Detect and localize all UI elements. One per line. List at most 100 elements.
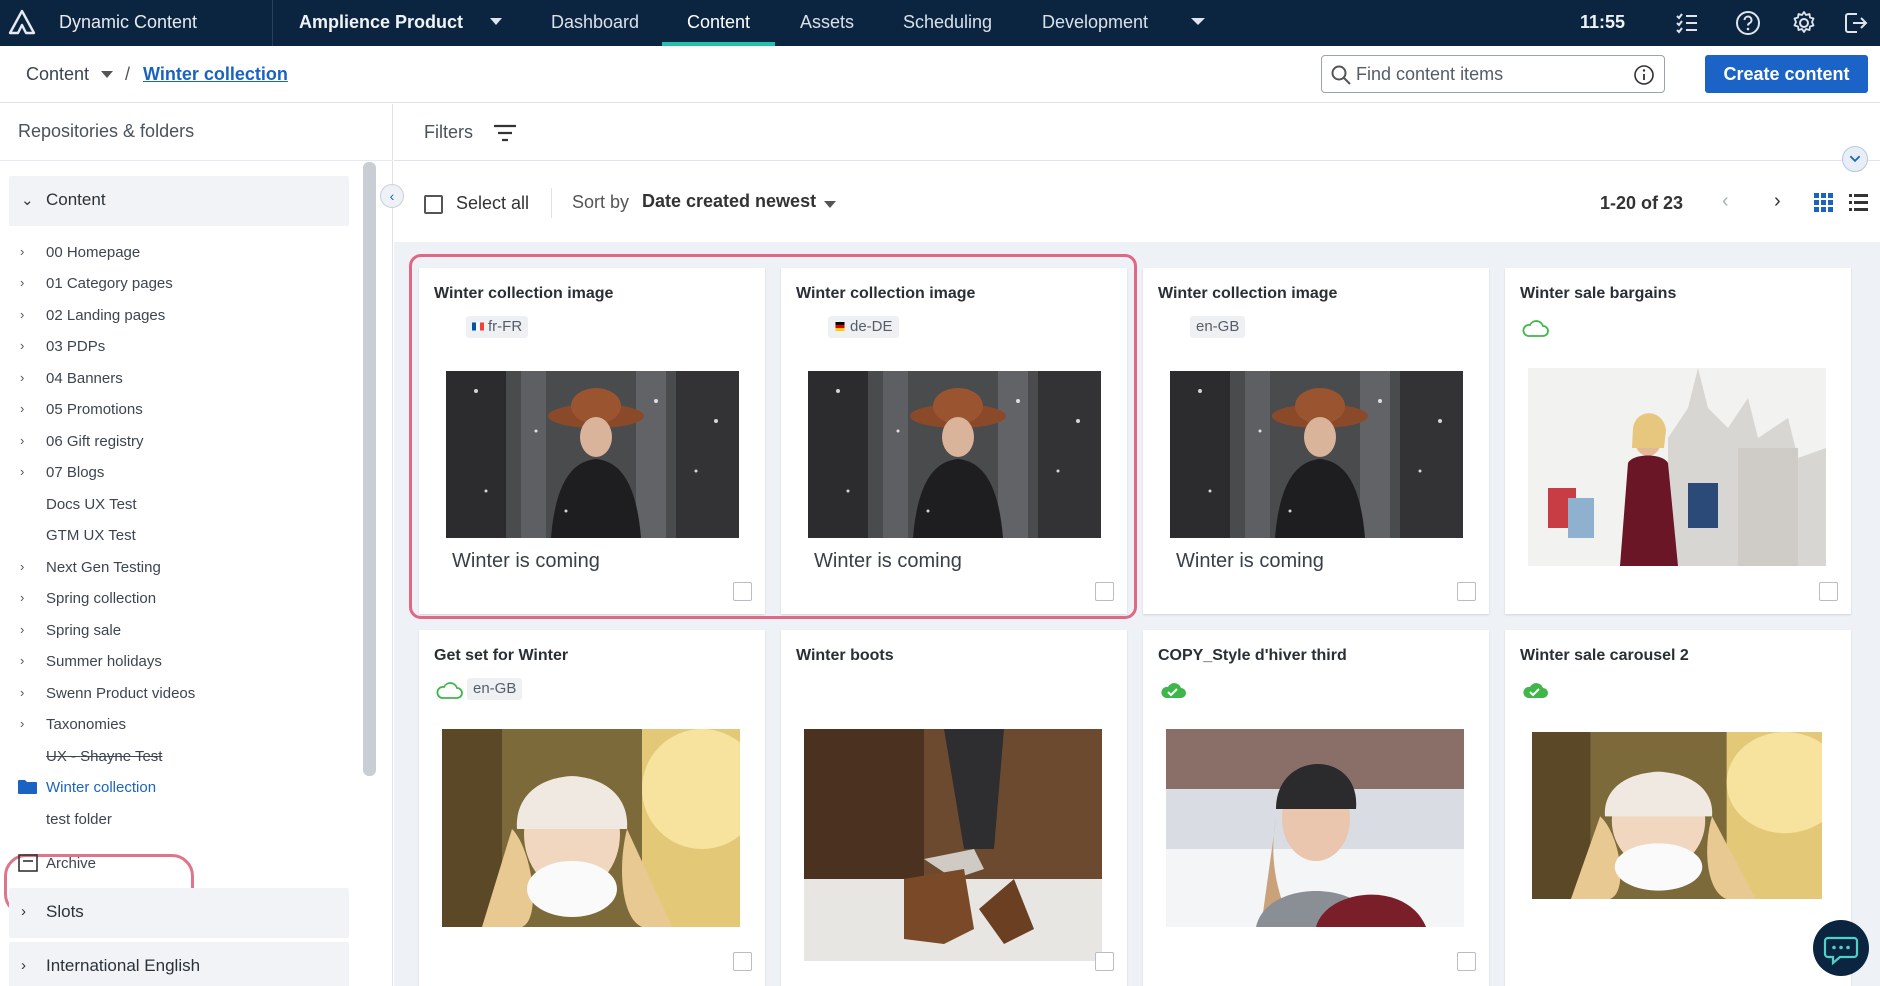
previous-page-icon[interactable]: ‹ (1722, 190, 1729, 213)
tab-scheduling[interactable]: Scheduling (878, 0, 1017, 46)
sidebar-item-spring-sale[interactable]: › Spring sale (20, 619, 340, 649)
search-input[interactable] (1356, 62, 1616, 86)
content-card[interactable]: Winter collection image en-GB Winter is … (1143, 268, 1489, 614)
card-checkbox[interactable] (1095, 952, 1114, 971)
sidebar-item-docs-ux-test[interactable]: Docs UX Test (20, 493, 340, 523)
chevron-right-icon[interactable]: › (20, 307, 24, 322)
chevron-right-icon[interactable]: › (20, 590, 24, 605)
list-view-icon[interactable] (1849, 193, 1868, 212)
section-slots[interactable]: › Slots (9, 888, 349, 938)
sidebar-item-00-homepage[interactable]: › 00 Homepage (20, 241, 340, 271)
chat-icon (1823, 936, 1859, 966)
logout-icon[interactable] (1841, 9, 1869, 37)
help-icon[interactable] (1734, 9, 1762, 37)
content-card[interactable]: Winter collection image fr-FR Winter is … (419, 268, 765, 614)
chevron-right-icon[interactable]: › (20, 464, 24, 479)
collapse-sidebar-icon[interactable]: ‹ (380, 184, 404, 208)
chevron-right-icon[interactable]: › (20, 433, 24, 448)
filter-icon[interactable] (492, 122, 518, 144)
chevron-right-icon: › (21, 903, 26, 920)
sidebar-item-03-pdps[interactable]: › 03 PDPs (20, 335, 340, 365)
breadcrumb-current[interactable]: Winter collection (143, 64, 288, 85)
sidebar-item-label: GTM UX Test (46, 527, 136, 544)
tab-dashboard[interactable]: Dashboard (526, 0, 664, 46)
card-title: Get set for Winter (434, 647, 569, 664)
tab-assets[interactable]: Assets (775, 0, 879, 46)
sidebar-item-winter-collection[interactable]: Winter collection (18, 776, 340, 806)
content-card[interactable]: Winter sale bargains (1505, 268, 1851, 614)
card-title: Winter boots (796, 647, 894, 664)
select-all-label[interactable]: Select all (456, 193, 529, 214)
card-checkbox[interactable] (1457, 952, 1476, 971)
card-thumbnail (1170, 371, 1463, 538)
section-content[interactable]: ⌄ Content (9, 176, 349, 226)
chevron-right-icon[interactable]: › (20, 622, 24, 637)
locale-badge: fr-FR (466, 316, 529, 338)
chevron-right-icon[interactable]: › (20, 716, 24, 731)
tasks-icon[interactable] (1673, 9, 1701, 37)
sidebar-item-taxonomies[interactable]: › Taxonomies (20, 713, 340, 743)
sidebar-item-summer-holidays[interactable]: › Summer holidays (20, 650, 340, 680)
chevron-down-icon[interactable] (1191, 18, 1205, 25)
grid-view-icon[interactable] (1814, 193, 1833, 212)
content-card[interactable]: Winter sale carousel 2 (1505, 630, 1851, 986)
sidebar-item-01-category-pages[interactable]: › 01 Category pages (20, 272, 340, 302)
section-international-english[interactable]: › International English (9, 942, 349, 986)
content-card[interactable]: Winter boots (781, 630, 1127, 986)
chevron-right-icon[interactable]: › (20, 338, 24, 353)
sidebar-item-swenn-product-videos[interactable]: › Swenn Product videos (20, 682, 340, 712)
card-checkbox[interactable] (733, 582, 752, 601)
tab-content[interactable]: Content (662, 0, 776, 46)
next-page-icon[interactable]: › (1774, 190, 1781, 213)
content-card[interactable]: COPY_Style d'hiver third (1143, 630, 1489, 986)
shopping-woman-image (1528, 368, 1826, 566)
sidebar-scrollbar[interactable] (363, 162, 376, 776)
sidebar-item-test-folder[interactable]: test folder (20, 808, 340, 838)
content-grid: Winter collection image fr-FR Winter is … (394, 242, 1880, 986)
amplience-logo-icon[interactable] (8, 9, 36, 35)
settings-icon[interactable] (1790, 9, 1818, 37)
select-all-checkbox[interactable] (424, 195, 443, 214)
card-checkbox[interactable] (733, 952, 752, 971)
content-card[interactable]: Winter collection image de-DE Winter is … (781, 268, 1127, 614)
card-thumbnail (446, 371, 739, 538)
card-checkbox[interactable] (1095, 582, 1114, 601)
chevron-right-icon[interactable]: › (20, 244, 24, 259)
sidebar-item-04-banners[interactable]: › 04 Banners (20, 367, 340, 397)
sidebar-item-label: 00 Homepage (46, 244, 141, 261)
woman-hat-snow-image (808, 371, 1101, 538)
chevron-right-icon[interactable]: › (20, 653, 24, 668)
sort-dropdown[interactable]: Date created newest (642, 191, 816, 212)
product-selector[interactable]: Amplience Product (299, 12, 463, 33)
sidebar-item-gtm-ux-test[interactable]: GTM UX Test (20, 524, 340, 554)
chevron-right-icon[interactable]: › (20, 559, 24, 574)
card-checkbox[interactable] (1457, 582, 1476, 601)
sidebar-item-05-promotions[interactable]: › 05 Promotions (20, 398, 340, 428)
create-content-button[interactable]: Create content (1705, 55, 1868, 93)
sidebar-item-label: UX - Shayne Test (46, 748, 163, 765)
chevron-right-icon[interactable]: › (20, 370, 24, 385)
sidebar-item-next-gen-testing[interactable]: › Next Gen Testing (20, 556, 340, 586)
breadcrumb-root[interactable]: Content (26, 64, 89, 85)
chevron-down-icon[interactable] (490, 18, 502, 25)
card-checkbox[interactable] (1819, 582, 1838, 601)
filters-button[interactable]: Filters (424, 122, 473, 143)
tab-development[interactable]: Development (1017, 0, 1173, 46)
sidebar-item-06-gift-registry[interactable]: › 06 Gift registry (20, 430, 340, 460)
chat-button[interactable] (1813, 920, 1869, 976)
collapse-filters-icon[interactable] (1842, 146, 1868, 172)
chevron-down-icon[interactable] (101, 71, 113, 78)
info-icon[interactable] (1633, 64, 1655, 86)
sidebar-item-07-blogs[interactable]: › 07 Blogs (20, 461, 340, 491)
content-card[interactable]: Get set for Winter en-GB (419, 630, 765, 986)
chevron-right-icon[interactable]: › (20, 275, 24, 290)
sidebar-item-archive[interactable]: Archive (18, 852, 218, 876)
sidebar-item-02-landing-pages[interactable]: › 02 Landing pages (20, 304, 340, 334)
chevron-right-icon: › (21, 957, 26, 974)
search-box[interactable] (1321, 55, 1665, 93)
sidebar-item-spring-collection[interactable]: › Spring collection (20, 587, 340, 617)
chevron-right-icon[interactable]: › (20, 401, 24, 416)
chevron-right-icon[interactable]: › (20, 685, 24, 700)
chevron-down-icon[interactable] (824, 201, 836, 208)
sidebar-item-ux-shayne-test[interactable]: UX - Shayne Test (20, 745, 340, 775)
